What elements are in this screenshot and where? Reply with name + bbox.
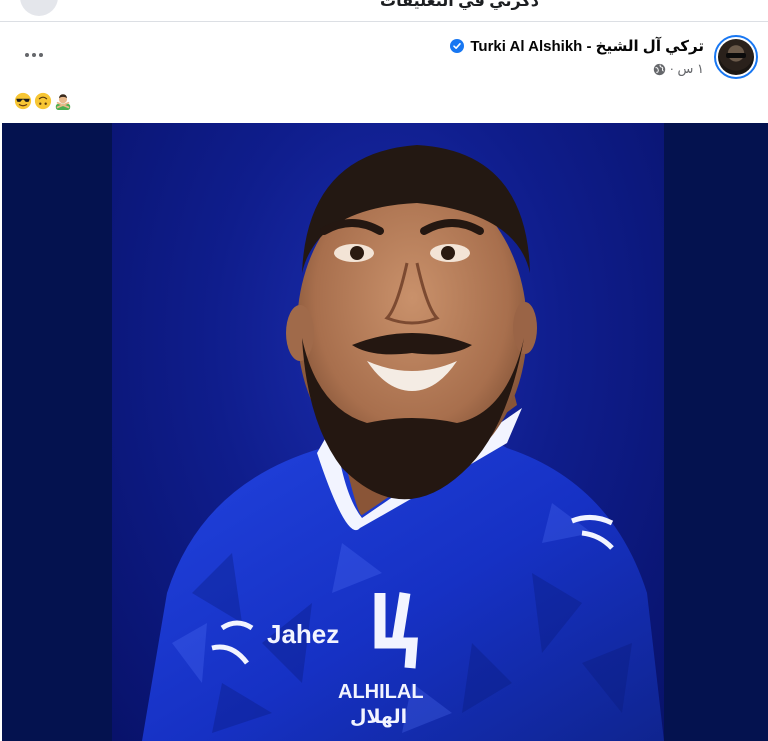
verified-badge-icon — [450, 39, 465, 53]
post-image[interactable]: Jahez ALHILAL الهلال — [2, 123, 768, 741]
club-name-arabic: الهلال — [350, 706, 407, 728]
more-dot — [39, 53, 43, 57]
club-name: ALHILAL — [338, 681, 424, 703]
player-photo: Jahez ALHILAL الهلال — [112, 123, 664, 741]
post-time[interactable]: ١ س · — [670, 61, 704, 77]
upside-down-face-emoji — [34, 92, 52, 110]
previous-post-header: ذكرني في التعليقات — [0, 0, 768, 22]
person-gesturing-no-emoji — [55, 94, 71, 110]
post-caption — [14, 90, 72, 112]
previous-post-text: ذكرني في التعليقات — [380, 0, 539, 10]
author-avatar[interactable] — [714, 35, 758, 79]
author-line: Turki Al Alshikh - تركي آل الشيخ — [450, 37, 704, 55]
more-dot — [32, 53, 36, 57]
smiling-face-with-sunglasses-emoji — [14, 92, 32, 110]
facebook-post-page: ذكرني في التعليقات Turki Al Alshikh - تر… — [0, 0, 768, 741]
post-header: Turki Al Alshikh - تركي آل الشيخ ١ س · — [0, 23, 768, 93]
post-meta: ١ س · — [653, 61, 704, 77]
more-dot — [25, 53, 29, 57]
previous-post-button[interactable] — [20, 0, 58, 16]
author-name[interactable]: Turki Al Alshikh - تركي آل الشيخ — [470, 37, 704, 55]
sponsor-text: Jahez — [267, 619, 339, 649]
avatar-image — [718, 39, 754, 75]
globe-icon — [653, 63, 665, 75]
more-options-button[interactable] — [18, 43, 50, 67]
player-illustration: Jahez ALHILAL الهلال — [142, 145, 664, 741]
